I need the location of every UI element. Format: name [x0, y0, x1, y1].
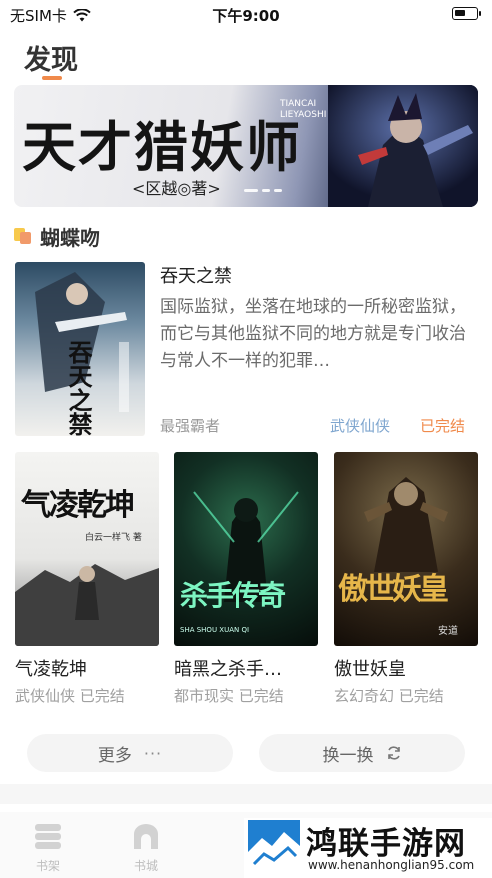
tab-label: 书架 — [35, 859, 60, 873]
book-title: 气凌乾坤 — [15, 659, 87, 680]
watermark-url: www.henanhonglian95.com — [308, 858, 475, 872]
watermark-text: 鸿联手游网 — [306, 826, 466, 862]
refresh-button-label: 换一换 — [322, 745, 374, 766]
featured-book-status: 已完结 — [420, 417, 466, 435]
banner-title: 天才猎妖师 — [22, 115, 302, 179]
section-icon — [14, 226, 32, 244]
watermark: 鸿联手游网 www.henanhonglian95.com — [244, 818, 492, 878]
watermark-logo — [248, 820, 300, 872]
page-title: 发现 — [24, 45, 78, 76]
book-meta: 都市现实 已完结 — [174, 687, 284, 705]
book-card[interactable]: 杀手传奇 SHA SHOU XUAN QI 暗黑之杀手… 都市现实 已完结 — [174, 452, 318, 706]
book-title: 傲世妖皇 — [334, 659, 406, 680]
title-underline — [42, 76, 62, 80]
refresh-button[interactable]: 换一换 — [259, 734, 465, 772]
cover-art — [364, 477, 448, 572]
featured-book-author: 最强霸者 — [160, 417, 221, 435]
tab-bookshelf[interactable]: 书架 — [18, 822, 78, 874]
book-cover[interactable]: 气凌乾坤 白云一样飞 著 — [15, 452, 159, 646]
bookshelf-icon — [35, 824, 61, 849]
section-title: 蝴蝶吻 — [40, 226, 100, 250]
more-button-label: 更多 — [97, 745, 132, 766]
more-button[interactable]: 更多 ··· — [27, 734, 233, 772]
cover-art — [193, 491, 299, 602]
featured-book-genre: 武侠仙侠 — [330, 417, 391, 435]
book-card[interactable]: 傲世妖皇 安道 傲世妖皇 玄幻奇幻 已完结 — [334, 452, 478, 706]
banner-latin: TIANCAI LIEYAOSHI — [280, 99, 326, 121]
status-time: 下午9:00 — [212, 7, 280, 25]
battery-level — [455, 10, 465, 16]
book-cover-title: 杀手传奇 — [180, 579, 286, 612]
book-cover-title: 傲世妖皇 — [338, 572, 449, 607]
featured-book-cover[interactable]: 吞天之禁 — [15, 262, 145, 436]
book-cover-latin: SHA SHOU XUAN QI — [180, 626, 250, 634]
banner-latin-line: LIEYAOSHI — [280, 110, 327, 120]
carousel-dot[interactable] — [262, 189, 270, 192]
book-cover[interactable]: 杀手传奇 SHA SHOU XUAN QI — [174, 452, 318, 646]
tab-label: 书城 — [133, 859, 158, 873]
banner-character-art — [328, 85, 478, 207]
refresh-icon — [387, 746, 400, 760]
book-meta: 玄幻奇幻 已完结 — [334, 687, 444, 705]
book-title: 暗黑之杀手… — [174, 659, 282, 680]
ellipsis-icon: ··· — [143, 743, 163, 763]
section-divider — [0, 784, 492, 804]
featured-book-title[interactable]: 吞天之禁 — [160, 262, 232, 288]
banner-latin-line: TIANCAI — [280, 99, 317, 109]
book-meta: 武侠仙侠 已完结 — [15, 687, 125, 705]
bookstore-icon — [134, 824, 158, 849]
book-cover-author: 安道 — [438, 626, 458, 637]
book-cover-title: 气凌乾坤 — [21, 488, 135, 523]
battery-icon — [452, 7, 481, 20]
book-card[interactable]: 气凌乾坤 白云一样飞 著 气凌乾坤 武侠仙侠 已完结 — [15, 452, 159, 706]
banner-carousel[interactable]: 天才猎妖师 <区越◎著> TIANCAI LIEYAOSHI — [14, 85, 478, 207]
book-cover[interactable]: 傲世妖皇 安道 — [334, 452, 478, 646]
tab-bookstore[interactable]: 书城 — [116, 822, 176, 874]
carousel-dot[interactable] — [244, 189, 258, 192]
featured-cover-title: 吞天之禁 — [64, 340, 93, 436]
carousel-dot[interactable] — [274, 189, 282, 192]
book-cover-author: 白云一样飞 著 — [85, 533, 142, 543]
carousel-indicators — [244, 189, 282, 192]
featured-book-description: 国际监狱，坐落在地球的一所秘密监狱，而它与其他监狱不同的地方就是专门收治与常人不… — [160, 297, 466, 371]
banner-author: <区越◎著> — [132, 179, 221, 198]
status-bar: 无SIM卡 下午9:00 — [0, 0, 492, 28]
